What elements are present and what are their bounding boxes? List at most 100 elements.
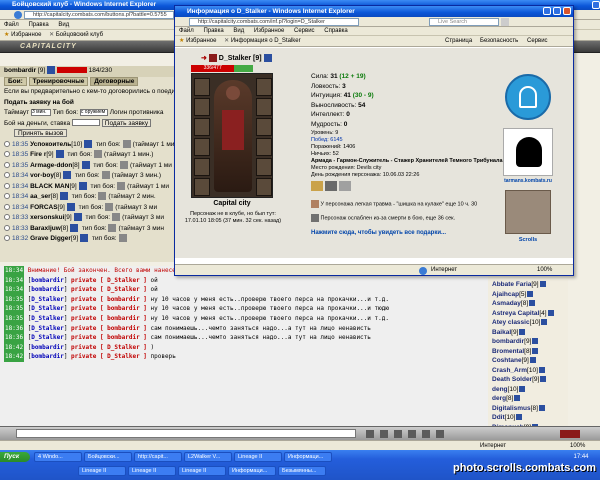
online-info-icon[interactable]: [516, 414, 523, 421]
request-info-icon[interactable]: [81, 160, 90, 169]
request-player[interactable]: Grave Digger: [30, 235, 71, 242]
search-icon[interactable]: [501, 17, 509, 26]
online-player[interactable]: Digitalismus[8]: [488, 404, 568, 414]
online-player[interactable]: Asmaday[8]: [488, 299, 568, 309]
chat-time[interactable]: 18:36: [4, 333, 25, 343]
online-player-name[interactable]: Ddit: [492, 414, 505, 421]
equipment-slot[interactable]: [194, 158, 210, 176]
request-row[interactable]: 18:32 Grave Digger[9] тип боя:: [0, 234, 178, 245]
request-player[interactable]: Успокоитель: [30, 141, 71, 148]
request-player[interactable]: Fire r: [30, 151, 46, 158]
popup-status-zoom[interactable]: 100%: [537, 265, 552, 276]
online-player-name[interactable]: Atey classic: [492, 319, 530, 326]
online-player[interactable]: deng[10]: [488, 385, 568, 395]
online-info-icon[interactable]: [538, 404, 545, 411]
online-player-name[interactable]: Ajaihcap: [492, 291, 519, 298]
smile-icon[interactable]: [380, 430, 388, 438]
start-button[interactable]: Пуск: [0, 452, 30, 462]
request-radio[interactable]: [4, 172, 10, 179]
equipment-slot[interactable]: [194, 138, 210, 156]
chat-from[interactable]: bombardir: [31, 344, 64, 351]
taskbar-button[interactable]: Бойцовски...: [84, 452, 132, 462]
tab-fights[interactable]: Бои:: [4, 76, 27, 86]
online-player[interactable]: Coshtane[9]: [488, 356, 568, 366]
popup-search-input[interactable]: Live Search: [429, 17, 499, 26]
main-menu-file[interactable]: Файл: [4, 22, 19, 28]
equipment-slot[interactable]: [256, 118, 272, 136]
online-player-name[interactable]: Coshtane: [492, 357, 522, 364]
request-row[interactable]: 18:34 BLACK MAN[9] тип боя: (таймаут 1 ми: [0, 181, 178, 193]
online-player[interactable]: Death Solder[9]: [488, 375, 568, 385]
chat-from[interactable]: D_Stalker: [31, 296, 64, 303]
online-player[interactable]: Atey classic[10]: [488, 318, 568, 328]
chat-to[interactable]: bombardir: [107, 325, 140, 332]
request-radio[interactable]: [4, 151, 10, 158]
online-player-name[interactable]: Crash_Arm: [492, 367, 527, 374]
main-tab-label[interactable]: Бойцовский клуб: [56, 32, 103, 38]
online-info-icon[interactable]: [519, 385, 526, 392]
back-icon[interactable]: [14, 10, 22, 19]
request-info-icon[interactable]: [55, 150, 64, 159]
show-gifts-link[interactable]: Нажмите сюда, чтобы увидеть все подарки.…: [311, 230, 446, 236]
taskbar-button[interactable]: Lineage II: [78, 466, 126, 476]
chat-to[interactable]: D_Stalker: [107, 286, 140, 293]
settings-icon[interactable]: [422, 430, 430, 438]
chat-from[interactable]: bombardir: [31, 277, 64, 284]
online-info-icon[interactable]: [529, 357, 536, 364]
popup-favorites-star-icon[interactable]: ★: [179, 38, 184, 44]
popup-minimize-button[interactable]: [543, 7, 551, 15]
skull-emblem-icon[interactable]: [503, 128, 553, 176]
equipment-slot[interactable]: [194, 98, 210, 116]
taskbar-button[interactable]: http://capit...: [134, 452, 182, 462]
online-player-name[interactable]: bombardir: [492, 338, 524, 345]
chat-to[interactable]: bombardir: [107, 305, 140, 312]
money-input[interactable]: [71, 119, 100, 127]
chat-from[interactable]: D_Stalker: [31, 315, 64, 322]
online-player-name[interactable]: derg: [492, 395, 506, 402]
popup-tab-icon[interactable]: ✕: [224, 38, 229, 44]
online-info-icon[interactable]: [514, 395, 521, 402]
chat-from[interactable]: bombardir: [31, 353, 64, 360]
online-player-name[interactable]: Digitalismus: [492, 405, 531, 412]
filter-icon[interactable]: [408, 430, 416, 438]
request-row[interactable]: 18:33 Baraxljuw[8] тип боя: (таймаут 3 ми…: [0, 223, 178, 235]
main-favorites-label[interactable]: Избранное: [11, 32, 41, 38]
equipment-slot[interactable]: [256, 178, 272, 196]
request-info-icon[interactable]: [80, 234, 89, 243]
popup-tab-label[interactable]: Информация о D_Stalker: [231, 38, 301, 44]
request-player[interactable]: FORCAS: [30, 204, 57, 211]
popup-menu-view[interactable]: Вид: [233, 28, 244, 34]
main-minimize-button[interactable]: [592, 1, 600, 9]
chat-time[interactable]: 18:35: [4, 304, 25, 314]
chat-time[interactable]: 18:34: [4, 266, 25, 276]
taskbar-button[interactable]: Lineage II: [234, 452, 282, 462]
chat-time[interactable]: 18:35: [4, 313, 25, 324]
gift-icon[interactable]: [311, 181, 323, 191]
tarmans-link[interactable]: tarmans.kombats.ru: [497, 178, 559, 184]
online-info-icon[interactable]: [527, 290, 534, 297]
taskbar-button[interactable]: Информаци...: [228, 466, 276, 476]
online-player-name[interactable]: deng: [492, 386, 508, 393]
online-info-icon[interactable]: [541, 319, 548, 326]
submit-request-button[interactable]: Подать заявку: [101, 118, 152, 127]
online-info-icon[interactable]: [519, 328, 526, 335]
chat-time[interactable]: 18:42: [4, 352, 25, 362]
scrolls-label[interactable]: Scrolls: [505, 237, 551, 243]
chat-time[interactable]: 18:34: [4, 275, 25, 286]
taskbar-button[interactable]: Lineage II: [128, 466, 176, 476]
char-info-icon[interactable]: [263, 54, 272, 63]
popup-menu-help[interactable]: Справка: [324, 28, 348, 34]
request-row[interactable]: 18:35 Fire r[9] тип боя: (таймаут 1 мин.): [0, 150, 178, 161]
popup-title-bar[interactable]: Информация о D_Stalker - Windows Interne…: [175, 6, 573, 17]
request-info-icon[interactable]: [84, 139, 93, 148]
popup-menu-tools[interactable]: Сервис: [294, 28, 315, 34]
online-player[interactable]: bombardir[9]: [488, 337, 568, 347]
equipment-slot[interactable]: [256, 138, 272, 156]
player-name[interactable]: bombardir: [4, 67, 36, 74]
request-player[interactable]: Baraxljuw: [30, 225, 61, 232]
popup-close-button[interactable]: [563, 7, 571, 15]
char-name[interactable]: D_Stalker: [219, 55, 251, 62]
taskbar-button[interactable]: Информаци...: [284, 452, 332, 462]
chat-to[interactable]: D_Stalker: [107, 344, 140, 351]
tab-close-icon[interactable]: ✕: [49, 32, 54, 38]
